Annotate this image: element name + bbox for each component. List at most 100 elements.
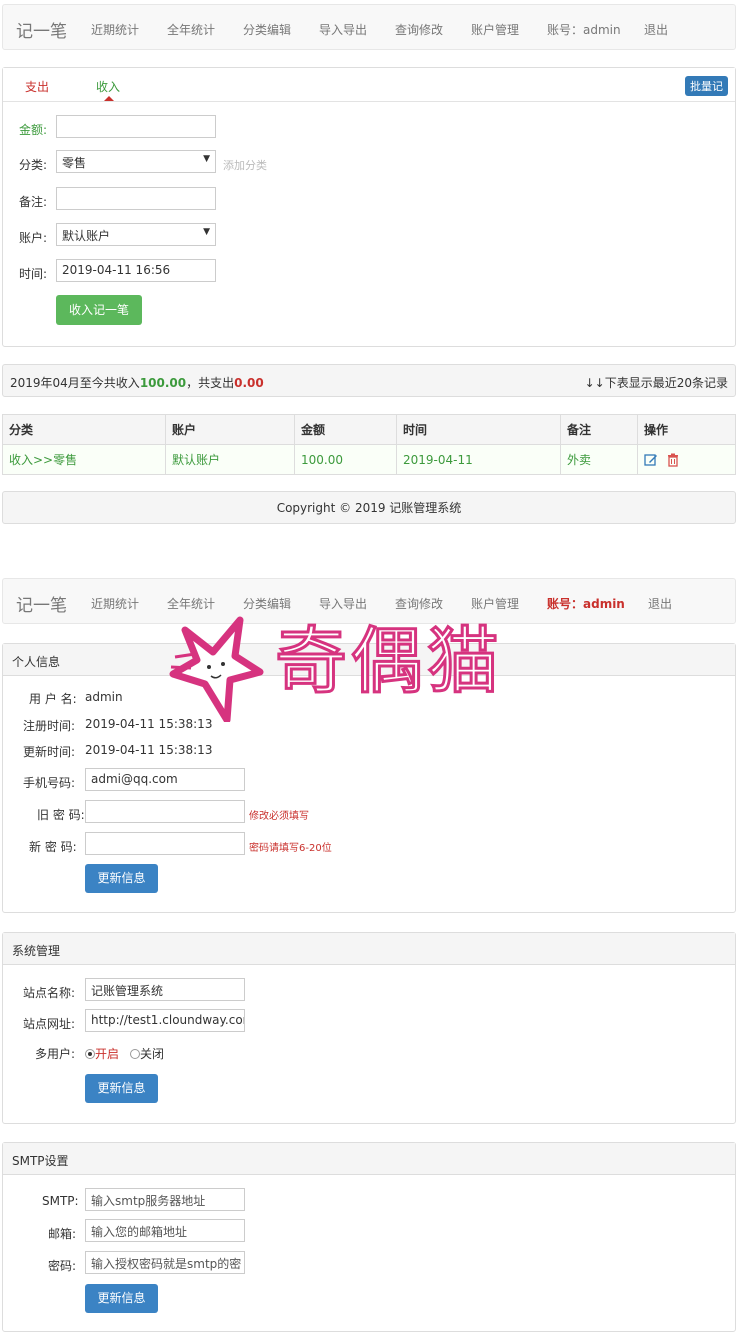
summary-income: 100.00 bbox=[139, 376, 187, 390]
panel-title: 系统管理 bbox=[12, 944, 61, 958]
update-time-value: 2019-04-11 15:38:13 bbox=[85, 743, 213, 757]
update-personal-info-button[interactable]: 更新信息 bbox=[85, 864, 158, 893]
nav-account-manage[interactable]: 账户管理 bbox=[471, 595, 519, 612]
summary-prefix: 2019年04月至今共收入 bbox=[10, 376, 140, 390]
nav-category-edit[interactable]: 分类编辑 bbox=[243, 21, 291, 38]
smtp-password-input[interactable]: 输入授权密码就是smtp的密 bbox=[85, 1251, 245, 1274]
panel-header: 系统管理 bbox=[3, 933, 735, 965]
system-admin-panel: 系统管理 站点名称: 记账管理系统 站点网址: http://test1.clo… bbox=[2, 932, 736, 1124]
time-label: 时间: bbox=[19, 267, 48, 281]
watermark-cat-icon bbox=[169, 616, 264, 722]
nav-account-manage[interactable]: 账户管理 bbox=[471, 21, 519, 38]
amount-label: 金额: bbox=[19, 123, 48, 137]
category-select[interactable]: 零售 ▼ bbox=[56, 150, 216, 173]
add-category-link[interactable]: 添加分类 bbox=[223, 157, 267, 173]
col-time: 时间 bbox=[396, 414, 561, 445]
multi-user-on-label: 开启 bbox=[95, 1047, 120, 1061]
category-select-value: 零售 bbox=[62, 156, 87, 170]
new-password-label: 新 密 码: bbox=[29, 840, 77, 854]
nav-account-user[interactable]: 账号：admin bbox=[547, 595, 625, 612]
username-label: 用 户 名: bbox=[29, 692, 77, 706]
cell-time: 2019-04-11 bbox=[396, 444, 561, 475]
multi-user-on-option[interactable]: 开启 bbox=[85, 1045, 119, 1062]
summary-text: 2019年04月至今共收入100.00，共支出0.00 bbox=[10, 374, 264, 391]
summary-right-note: ↓↓下表显示最近20条记录 bbox=[584, 376, 728, 390]
nav-account-user[interactable]: 账号：admin bbox=[547, 21, 621, 38]
panel-title: SMTP设置 bbox=[12, 1154, 69, 1168]
top-navbar: 记一笔 近期统计 全年统计 分类编辑 导入导出 查询修改 账户管理 账号：adm… bbox=[2, 4, 736, 50]
tab-income[interactable]: 收入 bbox=[96, 78, 120, 95]
nav-query-modify[interactable]: 查询修改 bbox=[395, 21, 443, 38]
tab-expense[interactable]: 支出 bbox=[25, 78, 49, 95]
smtp-password-label: 密码: bbox=[48, 1259, 77, 1273]
nav-query-modify[interactable]: 查询修改 bbox=[395, 595, 443, 612]
dropdown-arrow-icon: ▼ bbox=[203, 154, 210, 164]
records-table: 分类 账户 金额 时间 备注 操作 收入>>零售 默认账户 100.00 201… bbox=[2, 414, 736, 475]
smtp-server-label: SMTP: bbox=[42, 1194, 79, 1208]
nav-logout[interactable]: 退出 bbox=[644, 21, 668, 38]
account-label: 账户: bbox=[19, 231, 48, 245]
radio-off-icon[interactable] bbox=[130, 1049, 140, 1059]
record-tabs: 支出 收入 批量记 bbox=[3, 68, 735, 102]
active-tab-caret-icon bbox=[104, 96, 114, 101]
amount-input[interactable] bbox=[56, 115, 216, 138]
brand-logo[interactable]: 记一笔 bbox=[16, 591, 67, 616]
time-input[interactable]: 2019-04-11 16:56 bbox=[56, 259, 216, 282]
register-time-label: 注册时间: bbox=[23, 719, 76, 733]
site-name-label: 站点名称: bbox=[23, 986, 76, 1000]
nav-recent-stats[interactable]: 近期统计 bbox=[91, 595, 139, 612]
note-input[interactable] bbox=[56, 187, 216, 210]
site-name-input[interactable]: 记账管理系统 bbox=[85, 978, 245, 1001]
smtp-server-input[interactable]: 输入smtp服务器地址 bbox=[85, 1188, 245, 1211]
cell-category: 收入>>零售 bbox=[2, 444, 166, 475]
note-label: 备注: bbox=[19, 195, 48, 209]
category-label: 分类: bbox=[19, 158, 48, 172]
account-select-value: 默认账户 bbox=[62, 229, 111, 243]
nav-recent-stats[interactable]: 近期统计 bbox=[91, 21, 139, 38]
site-url-input[interactable]: http://test1.cloundway.com bbox=[85, 1009, 245, 1032]
cell-note: 外卖 bbox=[560, 444, 638, 475]
record-form-panel: 支出 收入 批量记 金额: 分类: 零售 ▼ 添加分类 备注: 账户: 默认账户… bbox=[2, 67, 736, 347]
edit-icon[interactable] bbox=[644, 453, 658, 467]
watermark-text: 奇偶猫 bbox=[273, 618, 504, 705]
trash-icon[interactable] bbox=[666, 453, 680, 467]
username-value: admin bbox=[85, 690, 123, 704]
col-note: 备注 bbox=[560, 414, 638, 445]
phone-label: 手机号码: bbox=[23, 776, 76, 790]
cell-account: 默认账户 bbox=[165, 444, 295, 475]
summary-expense: 0.00 bbox=[234, 376, 264, 390]
account-select[interactable]: 默认账户 ▼ bbox=[56, 223, 216, 246]
income-submit-button[interactable]: 收入记一笔 bbox=[56, 295, 142, 325]
summary-bar: 2019年04月至今共收入100.00，共支出0.00 ↓↓下表显示最近20条记… bbox=[2, 364, 736, 397]
nav-year-stats[interactable]: 全年统计 bbox=[167, 595, 215, 612]
brand-logo[interactable]: 记一笔 bbox=[16, 17, 67, 42]
update-time-label: 更新时间: bbox=[23, 745, 76, 759]
update-smtp-button[interactable]: 更新信息 bbox=[85, 1284, 158, 1313]
old-password-input[interactable] bbox=[85, 800, 245, 823]
radio-on-icon[interactable] bbox=[85, 1049, 95, 1059]
col-actions: 操作 bbox=[637, 414, 736, 445]
site-url-label: 站点网址: bbox=[23, 1017, 76, 1031]
nav-year-stats[interactable]: 全年统计 bbox=[167, 21, 215, 38]
phone-input[interactable]: admi@qq.com bbox=[85, 768, 245, 791]
col-amount: 金额 bbox=[294, 414, 397, 445]
panel-header: SMTP设置 bbox=[3, 1143, 735, 1175]
smtp-panel: SMTP设置 SMTP: 输入smtp服务器地址 邮箱: 输入您的邮箱地址 密码… bbox=[2, 1142, 736, 1332]
summary-middle: ，共支出 bbox=[186, 376, 235, 390]
panel-title: 个人信息 bbox=[12, 655, 61, 669]
nav-logout[interactable]: 退出 bbox=[648, 595, 672, 612]
smtp-email-label: 邮箱: bbox=[48, 1227, 77, 1241]
new-password-input[interactable] bbox=[85, 832, 245, 855]
multi-user-off-option[interactable]: 关闭 bbox=[130, 1045, 164, 1062]
nav-import-export[interactable]: 导入导出 bbox=[319, 21, 367, 38]
col-account: 账户 bbox=[165, 414, 295, 445]
smtp-email-input[interactable]: 输入您的邮箱地址 bbox=[85, 1219, 245, 1242]
nav-category-edit[interactable]: 分类编辑 bbox=[243, 595, 291, 612]
cell-amount: 100.00 bbox=[294, 444, 397, 475]
table-header-row: 分类 账户 金额 时间 备注 操作 bbox=[2, 414, 736, 445]
multi-user-label: 多用户: bbox=[35, 1047, 76, 1061]
batch-record-button[interactable]: 批量记 bbox=[685, 76, 728, 96]
old-password-hint: 修改必须填写 bbox=[249, 811, 309, 822]
nav-import-export[interactable]: 导入导出 bbox=[319, 595, 367, 612]
update-system-button[interactable]: 更新信息 bbox=[85, 1074, 158, 1103]
